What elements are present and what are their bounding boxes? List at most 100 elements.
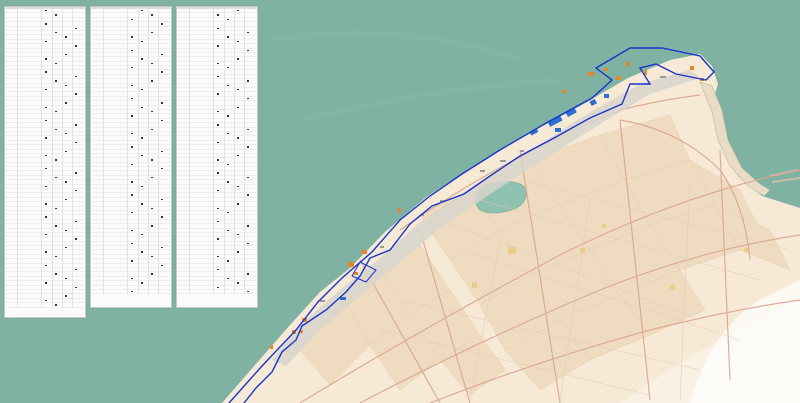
table-mark [131, 115, 133, 117]
table-mark [217, 286, 219, 288]
table-rows [91, 9, 171, 295]
table-mark [237, 251, 239, 253]
table-mark [227, 67, 229, 69]
table-mark [131, 84, 133, 87]
table-column-rule [148, 9, 149, 295]
table-mark [161, 53, 163, 56]
table-mark [45, 264, 47, 267]
table-mark [161, 102, 163, 104]
table-mark [55, 110, 57, 113]
table-mark [227, 18, 229, 21]
table-mark [75, 45, 77, 47]
table-column-rule [41, 9, 42, 308]
table-mark [131, 242, 133, 245]
table-mark [247, 49, 249, 51]
table-mark [247, 97, 249, 100]
table-column-rule [244, 9, 245, 295]
table-mark [45, 282, 47, 284]
table-mark [131, 229, 133, 231]
table-mark [141, 89, 143, 91]
table-mark [151, 207, 153, 209]
table-mark [75, 286, 77, 288]
table-rows [177, 9, 257, 295]
table-mark [161, 71, 163, 73]
table-mark [131, 97, 133, 100]
table-mark [217, 220, 219, 223]
schedule-table-1 [4, 6, 86, 318]
table-mark [227, 181, 229, 183]
table-mark [45, 89, 47, 91]
table-mark [65, 277, 67, 280]
table-mark [247, 146, 249, 148]
table-column-rule [72, 9, 73, 308]
table-mark [151, 176, 153, 179]
table-mark [151, 62, 153, 65]
table-mark [217, 207, 219, 209]
table-mark [131, 36, 133, 38]
table-column-rule [17, 9, 18, 308]
table-mark [141, 251, 143, 253]
table-mark [75, 27, 77, 29]
table-column-rule [52, 9, 53, 308]
table-mark [75, 141, 77, 144]
table-mark [217, 62, 219, 65]
table-mark [151, 31, 153, 34]
table-mark [237, 10, 239, 12]
table-mark [227, 36, 229, 38]
table-mark [217, 269, 219, 271]
table-mark [151, 159, 153, 161]
table-mark [55, 62, 57, 65]
table-mark [161, 119, 163, 122]
table-mark [151, 255, 153, 258]
table-mark [151, 225, 153, 227]
table-mark [45, 299, 47, 302]
table-mark [227, 229, 229, 231]
schedule-table-2 [90, 6, 172, 308]
table-mark [55, 273, 57, 275]
table-mark [65, 181, 67, 183]
table-mark [247, 31, 249, 34]
table-mark [75, 238, 77, 240]
table-mark [75, 124, 77, 126]
table-mark [55, 128, 57, 130]
table-mark [75, 269, 77, 271]
table-mark [141, 58, 143, 60]
table-mark [45, 119, 47, 122]
table-mark [141, 233, 143, 236]
table-mark [65, 198, 67, 201]
table-mark [217, 14, 219, 16]
table-mark [55, 255, 57, 258]
map-sheet [0, 0, 800, 403]
table-mark [227, 163, 229, 166]
table-mark [131, 211, 133, 214]
table-column-rule [213, 9, 214, 295]
table-mark [75, 220, 77, 223]
table-mark [247, 225, 249, 227]
table-mark [217, 124, 219, 126]
table-column-rule [138, 9, 139, 295]
table-mark [45, 168, 47, 170]
table-mark [131, 291, 133, 293]
table-mark [55, 14, 57, 16]
table-mark [227, 132, 229, 135]
table-mark [141, 203, 143, 205]
table-mark [161, 198, 163, 201]
table-mark [161, 216, 163, 218]
table-mark [75, 190, 77, 192]
table-mark [131, 260, 133, 262]
table-mark [247, 242, 249, 245]
table-mark [141, 282, 143, 284]
table-mark [45, 185, 47, 188]
table-mark [237, 233, 239, 236]
table-mark [75, 172, 77, 174]
table-mark [45, 58, 47, 60]
table-mark [217, 45, 219, 47]
table-mark [227, 277, 229, 280]
table-mark [227, 211, 229, 214]
table-mark [141, 106, 143, 108]
table-column-rule [158, 9, 159, 295]
table-mark [141, 185, 143, 188]
table-mark [45, 106, 47, 108]
table-column-rule [103, 9, 104, 295]
table-mark [65, 84, 67, 87]
